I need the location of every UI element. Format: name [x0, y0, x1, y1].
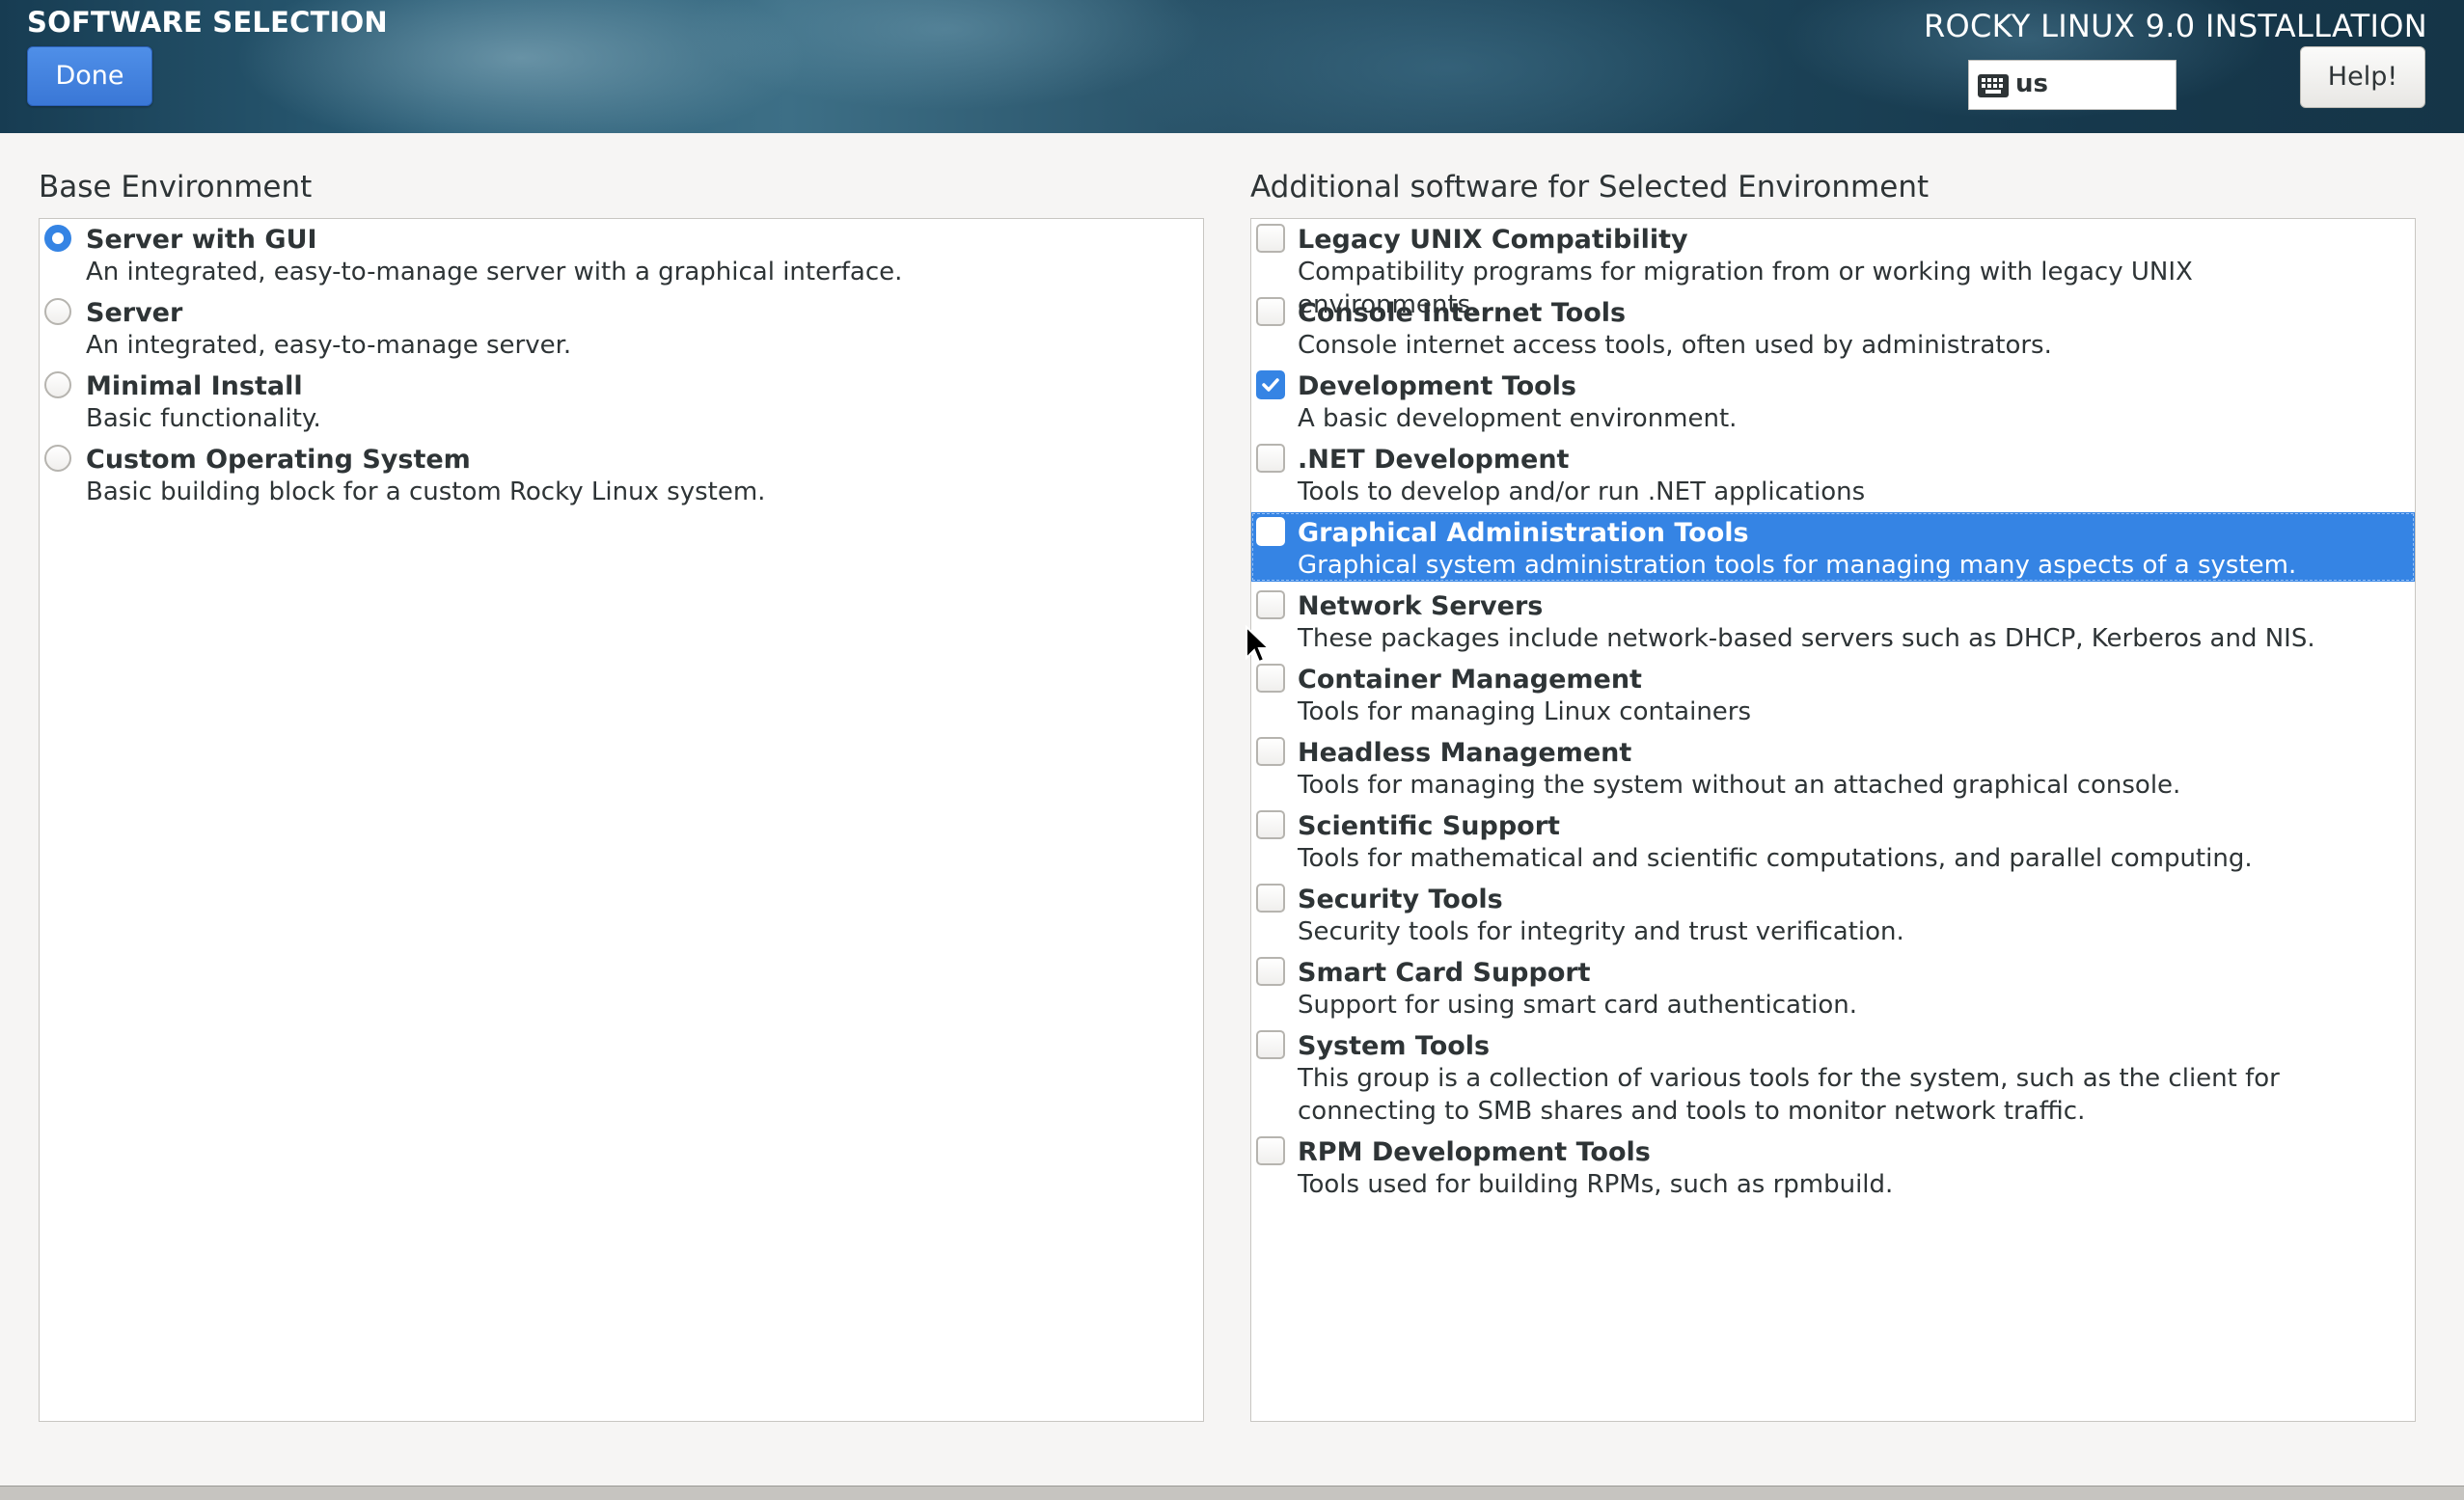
option-name: System Tools: [1298, 1031, 1491, 1061]
keyboard-icon: [1978, 74, 2009, 97]
page-title: SOFTWARE SELECTION: [27, 6, 388, 39]
addon-option-1[interactable]: Legacy UNIX Compatibility Compatibility p…: [1251, 219, 2415, 319]
checkbox[interactable]: [1256, 1136, 1285, 1165]
option-name: .NET Development: [1298, 445, 1570, 475]
checkbox[interactable]: [1256, 810, 1285, 839]
base-option-2[interactable]: Server An integrated, easy-to-manage serv…: [40, 292, 1203, 362]
option-description: A basic development environment.: [1298, 404, 1738, 433]
base-option-1[interactable]: Server with GUI An integrated, easy-to-ma…: [40, 219, 1203, 288]
option-name: Security Tools: [1298, 885, 1503, 914]
option-name: Server: [86, 298, 183, 328]
option-description: Basic functionality.: [86, 404, 321, 433]
option-description: Tools for mathematical and scientific co…: [1298, 844, 2253, 873]
option-description: Tools for managing Linux containers: [1298, 697, 1752, 726]
base-option-3[interactable]: Minimal Install Basic functionality.: [40, 366, 1203, 435]
option-description: Tools for managing the system without an…: [1298, 771, 2181, 800]
keyboard-layout-label: us: [2015, 69, 2048, 98]
option-name: Custom Operating System: [86, 445, 471, 475]
option-name: Legacy UNIX Compatibility: [1298, 225, 1688, 255]
help-button[interactable]: Help!: [2300, 46, 2425, 108]
option-description: Support for using smart card authenticat…: [1298, 991, 1858, 1020]
option-description: Basic building block for a custom Rocky …: [86, 477, 766, 506]
checkbox[interactable]: [1256, 517, 1285, 546]
option-name: Graphical Administration Tools: [1298, 518, 1749, 548]
checkbox[interactable]: [1256, 664, 1285, 693]
addon-option-7[interactable]: Container Management Tools for managing L…: [1251, 659, 2415, 728]
checkbox[interactable]: [1256, 737, 1285, 766]
checkmark-icon: [1262, 378, 1279, 392]
addon-option-2[interactable]: Console Internet Tools Console internet a…: [1251, 292, 2415, 362]
option-name: Headless Management: [1298, 738, 1632, 768]
additional-software-list: Legacy UNIX Compatibility Compatibility p…: [1250, 218, 2416, 1422]
base-environment-heading: Base Environment: [39, 170, 313, 205]
option-description: Console internet access tools, often use…: [1298, 331, 2052, 360]
checkbox[interactable]: [1256, 370, 1285, 399]
done-button[interactable]: Done: [27, 46, 152, 106]
header-bar: SOFTWARE SELECTION Done ROCKY LINUX 9.0 …: [0, 0, 2464, 133]
addon-option-12[interactable]: System Tools This group is a collection o…: [1251, 1025, 2415, 1128]
checkbox[interactable]: [1256, 1030, 1285, 1059]
radio-button[interactable]: [44, 225, 71, 252]
additional-software-heading: Additional software for Selected Environ…: [1250, 170, 1930, 205]
keyboard-layout-indicator[interactable]: us: [1968, 60, 2177, 110]
option-name: Scientific Support: [1298, 811, 1560, 841]
addon-option-4[interactable]: .NET Development Tools to develop and/or …: [1251, 439, 2415, 508]
addon-option-3[interactable]: Development Tools A basic development env…: [1251, 366, 2415, 435]
addon-option-5[interactable]: Graphical Administration Tools Graphical …: [1251, 512, 2415, 582]
checkbox[interactable]: [1256, 297, 1285, 326]
addon-option-6[interactable]: Network Servers These packages include ne…: [1251, 586, 2415, 655]
checkbox[interactable]: [1256, 444, 1285, 473]
addon-option-10[interactable]: Security Tools Security tools for integri…: [1251, 879, 2415, 948]
addon-option-13[interactable]: RPM Development Tools Tools used for buil…: [1251, 1132, 2415, 1201]
radio-button[interactable]: [44, 298, 71, 325]
base-option-4[interactable]: Custom Operating System Basic building bl…: [40, 439, 1203, 508]
checkbox[interactable]: [1256, 590, 1285, 619]
option-description: An integrated, easy-to-manage server.: [86, 331, 572, 360]
option-description: Tools used for building RPMs, such as rp…: [1298, 1170, 1894, 1199]
addon-option-9[interactable]: Scientific Support Tools for mathematical…: [1251, 805, 2415, 875]
product-title: ROCKY LINUX 9.0 INSTALLATION: [1923, 8, 2427, 44]
radio-button[interactable]: [44, 371, 71, 398]
addon-option-11[interactable]: Smart Card Support Support for using smar…: [1251, 952, 2415, 1022]
option-name: RPM Development Tools: [1298, 1137, 1651, 1167]
option-name: Network Servers: [1298, 591, 1544, 621]
option-description: These packages include network-based ser…: [1298, 624, 2315, 653]
option-description: An integrated, easy-to-manage server wit…: [86, 258, 903, 286]
radio-button[interactable]: [44, 445, 71, 472]
option-name: Development Tools: [1298, 371, 1576, 401]
option-name: Console Internet Tools: [1298, 298, 1627, 328]
option-name: Smart Card Support: [1298, 958, 1591, 988]
option-description: Security tools for integrity and trust v…: [1298, 917, 1904, 946]
bottom-bar: [0, 1486, 2464, 1500]
option-name: Minimal Install: [86, 371, 303, 401]
checkbox[interactable]: [1256, 224, 1285, 253]
option-description: Graphical system administration tools fo…: [1298, 551, 2297, 580]
option-description: This group is a collection of various to…: [1298, 1064, 2280, 1126]
checkbox[interactable]: [1256, 884, 1285, 913]
option-name: Container Management: [1298, 665, 1642, 695]
base-environment-list: Server with GUI An integrated, easy-to-ma…: [39, 218, 1204, 1422]
mouse-cursor-icon: [1246, 625, 1270, 664]
option-name: Server with GUI: [86, 225, 317, 255]
addon-option-8[interactable]: Headless Management Tools for managing th…: [1251, 732, 2415, 802]
option-description: Tools to develop and/or run .NET applica…: [1298, 477, 1866, 506]
checkbox[interactable]: [1256, 957, 1285, 986]
